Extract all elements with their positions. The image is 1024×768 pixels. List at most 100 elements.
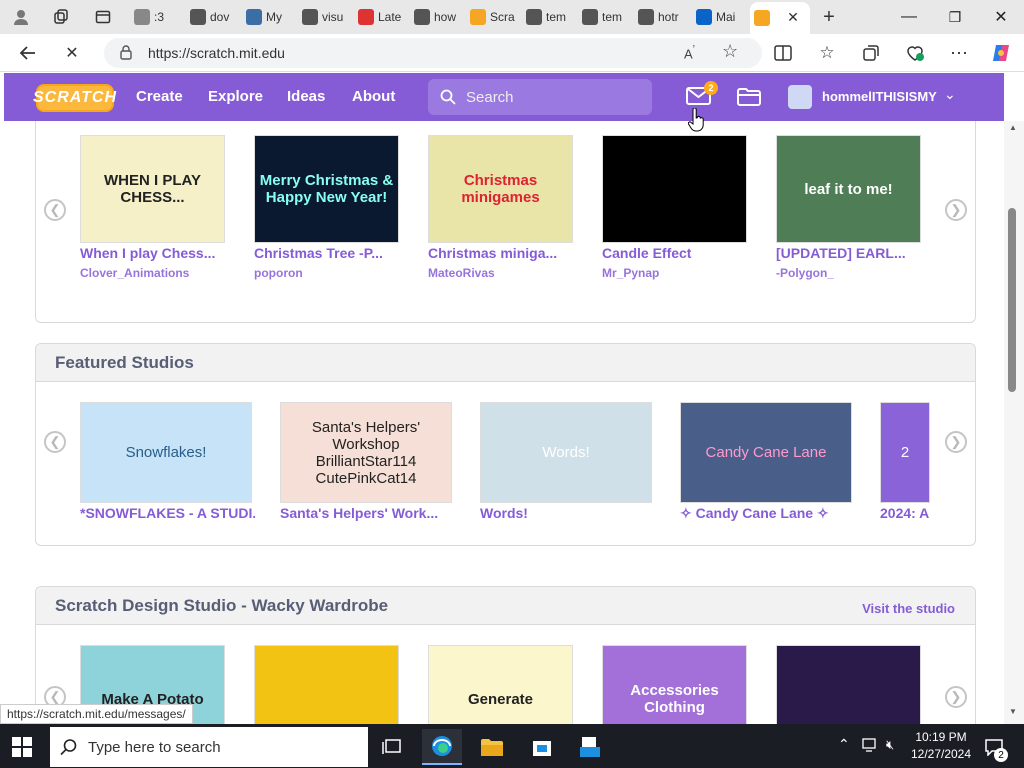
taskbar-clock[interactable]: 10:19 PM 12/27/2024 (910, 729, 972, 763)
site-info-icon[interactable] (118, 44, 134, 63)
studio-thumbnail[interactable]: Santa's Helpers' Workshop BrilliantStar1… (280, 402, 452, 503)
project-title[interactable]: [UPDATED] EARL... (776, 245, 926, 261)
studio-title[interactable]: *SNOWFLAKES - A STUDI... (80, 505, 255, 521)
clock-time: 10:19 PM (915, 730, 967, 744)
show-hidden-icons[interactable]: ⌃ (838, 736, 850, 753)
visit-studio-link[interactable]: Visit the studio (862, 601, 955, 616)
avatar[interactable] (788, 85, 812, 109)
store-taskbar-icon[interactable] (522, 729, 562, 765)
favorite-star-icon[interactable]: ☆ (722, 41, 738, 62)
close-window-button[interactable]: ✕ (978, 0, 1024, 34)
scroll-up-icon[interactable]: ▲ (1009, 123, 1017, 132)
studio-thumbnail[interactable]: Words! (480, 402, 652, 503)
network-icon[interactable] (862, 738, 878, 757)
tab-favicon-icon (414, 9, 430, 25)
project-thumbnail[interactable] (254, 645, 399, 724)
browser-tab[interactable]: visu (302, 4, 354, 30)
project-thumbnail[interactable]: leaf it to me! (776, 135, 921, 243)
back-icon[interactable] (13, 38, 43, 68)
nav-explore[interactable]: Explore (208, 88, 263, 105)
project-author[interactable]: poporon (254, 266, 303, 280)
tab-actions-icon[interactable] (88, 2, 118, 32)
carousel-next-icon[interactable]: ❯ (945, 686, 967, 708)
browser-tab[interactable]: :3 (134, 4, 186, 30)
project-title[interactable]: Christmas miniga... (428, 245, 578, 261)
new-tab-icon[interactable]: + (814, 2, 844, 32)
scratch-logo[interactable]: SCRATCH (33, 84, 116, 112)
browser-tab[interactable]: Scra (470, 4, 522, 30)
browser-tab[interactable]: how (414, 4, 466, 30)
studio-title[interactable]: Santa's Helpers' Work... (280, 505, 455, 521)
studio-thumbnail[interactable]: Snowflakes! (80, 402, 252, 503)
scroll-down-icon[interactable]: ▼ (1009, 707, 1017, 716)
nav-ideas[interactable]: Ideas (287, 88, 325, 105)
project-title[interactable]: Christmas Tree -P... (254, 245, 404, 261)
volume-muted-icon[interactable]: 🔇︎ (886, 737, 894, 753)
project-author[interactable]: MateoRivas (428, 266, 495, 280)
copilot-icon[interactable] (986, 38, 1016, 68)
project-thumbnail[interactable]: Generate (428, 645, 573, 724)
carousel-prev-icon[interactable]: ❮ (44, 199, 66, 221)
taskbar-search-input[interactable]: Type here to search (50, 727, 368, 767)
settings-more-icon[interactable]: ⋯ (944, 38, 974, 68)
thumbnail-text (671, 185, 679, 193)
minimize-button[interactable]: — (886, 0, 932, 34)
browser-tab[interactable]: Mai (696, 4, 748, 30)
stop-loading-icon[interactable]: ✕ (57, 38, 87, 68)
tab-label: dov (210, 10, 230, 24)
tab-favicon-icon (582, 9, 598, 25)
project-thumbnail[interactable]: Christmas minigames (428, 135, 573, 243)
taskbar-search-placeholder: Type here to search (88, 738, 221, 756)
project-thumbnail[interactable] (602, 135, 747, 243)
project-title[interactable]: Candle Effect (602, 245, 752, 261)
carousel-next-icon[interactable]: ❯ (945, 199, 967, 221)
browser-tab[interactable]: tem (526, 4, 578, 30)
split-screen-icon[interactable] (768, 38, 798, 68)
project-thumbnail[interactable] (776, 645, 921, 724)
project-thumbnail[interactable]: WHEN I PLAY CHESS... (80, 135, 225, 243)
file-explorer-icon[interactable] (472, 729, 512, 765)
task-view-icon[interactable] (372, 729, 412, 765)
project-author[interactable]: Mr_Pynap (602, 266, 659, 280)
browser-tab[interactable]: Late (358, 4, 410, 30)
address-bar[interactable]: https://scratch.mit.edu Aʼ ☆ (104, 38, 762, 68)
browser-tab[interactable]: dov (190, 4, 242, 30)
windows-start-icon[interactable] (12, 737, 32, 762)
username[interactable]: hommelITHISISMY (822, 89, 937, 104)
browser-tab[interactable]: My (246, 4, 298, 30)
favorites-icon[interactable]: ☆ (812, 38, 842, 68)
nav-create[interactable]: Create (136, 88, 183, 105)
read-aloud-icon[interactable]: Aʼ (684, 44, 695, 61)
studio-title[interactable]: Words! (480, 505, 655, 521)
browser-tab[interactable]: hotr (638, 4, 690, 30)
carousel-next-icon[interactable]: ❯ (945, 431, 967, 453)
search-input[interactable]: Search (428, 79, 652, 115)
project-author[interactable]: Clover_Animations (80, 266, 189, 280)
scrollbar-thumb[interactable] (1008, 208, 1016, 392)
tab-label: visu (322, 10, 344, 24)
profile-icon[interactable] (6, 2, 36, 32)
carousel-prev-icon[interactable]: ❮ (44, 431, 66, 453)
studio-title[interactable]: 2024: A (880, 505, 932, 521)
project-thumbnail[interactable]: Merry Christmas & Happy New Year! (254, 135, 399, 243)
section-title: Featured Studios (55, 353, 194, 372)
restore-button[interactable]: ❐ (932, 0, 978, 34)
edge-taskbar-icon[interactable] (422, 729, 462, 765)
studio-thumbnail[interactable]: Candy Cane Lane (680, 402, 852, 503)
browser-tab[interactable]: tem (582, 4, 634, 30)
project-title[interactable]: When I play Chess... (80, 245, 230, 261)
search-icon (440, 89, 456, 109)
browser-essentials-icon[interactable] (900, 38, 930, 68)
workspaces-icon[interactable] (46, 2, 76, 32)
nav-about[interactable]: About (352, 88, 395, 105)
my-stuff-folder-icon[interactable] (736, 87, 762, 112)
app-taskbar-icon[interactable] (570, 729, 610, 765)
project-thumbnail[interactable]: Accessories Clothing (602, 645, 747, 724)
studio-thumbnail[interactable]: 2 (880, 402, 930, 503)
studio-title[interactable]: ✧ Candy Cane Lane ✧ (680, 505, 855, 522)
search-placeholder: Search (466, 88, 514, 106)
collections-icon[interactable] (856, 38, 886, 68)
close-tab-icon[interactable]: ✕ (778, 2, 808, 32)
account-dropdown-icon[interactable]: ⌄ (944, 86, 956, 103)
project-author[interactable]: -Polygon_ (776, 266, 834, 280)
